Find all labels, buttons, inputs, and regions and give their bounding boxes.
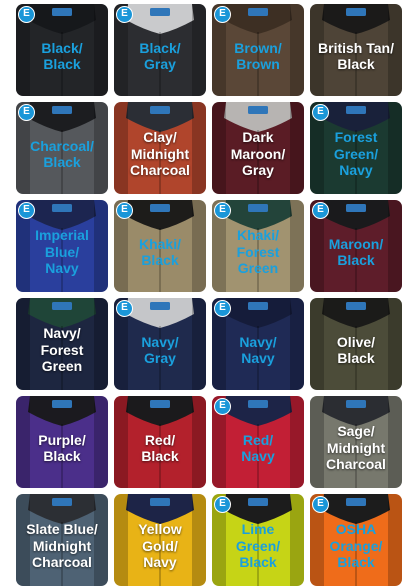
swatch-color-label: OSHA Orange/ Black [329, 521, 383, 571]
color-swatch[interactable]: E Brown/ Brown [212, 4, 304, 96]
color-swatch[interactable]: Olive/ Black [310, 298, 402, 390]
swatch-color-label: Navy/ Forest Green [40, 325, 84, 375]
color-swatch[interactable]: E Navy/ Gray [114, 298, 206, 390]
color-swatch[interactable]: Navy/ Forest Green [16, 298, 108, 390]
swatch-color-label: Clay/ Midnight Charcoal [130, 129, 190, 179]
swatch-color-label: Sage/ Midnight Charcoal [326, 423, 386, 473]
swatch-color-label: Dark Maroon/ Gray [230, 129, 286, 179]
color-swatch[interactable]: E Imperial Blue/ Navy [16, 200, 108, 292]
color-swatch[interactable]: Purple/ Black [16, 396, 108, 488]
color-swatch[interactable]: British Tan/ Black [310, 4, 402, 96]
swatch-color-label: Yellow Gold/ Navy [138, 521, 182, 571]
color-swatch[interactable]: E Black/ Gray [114, 4, 206, 96]
swatch-color-label: Khaki/ Black [138, 235, 181, 269]
color-swatch[interactable]: Red/ Black [114, 396, 206, 488]
color-swatch[interactable]: E Forest Green/ Navy [310, 102, 402, 194]
color-swatch[interactable]: E Maroon/ Black [310, 200, 402, 292]
swatch-color-label: Khaki/ Forest Green [236, 227, 280, 277]
swatch-color-label: Maroon/ Black [328, 235, 384, 269]
color-swatch[interactable]: Slate Blue/ Midnight Charcoal [16, 494, 108, 586]
color-swatch[interactable]: E Lime Green/ Black [212, 494, 304, 586]
swatch-color-label: Charcoal/ Black [30, 137, 94, 171]
swatch-color-label: Olive/ Black [336, 333, 376, 367]
swatch-color-label: British Tan/ Black [318, 39, 394, 73]
color-swatch[interactable]: Clay/ Midnight Charcoal [114, 102, 206, 194]
swatch-color-label: Purple/ Black [38, 431, 86, 465]
color-swatch[interactable]: E Khaki/ Black [114, 200, 206, 292]
swatch-color-label: Red/ Navy [241, 431, 275, 465]
color-swatch[interactable]: E Black/ Black [16, 4, 108, 96]
color-swatch[interactable]: Sage/ Midnight Charcoal [310, 396, 402, 488]
swatch-color-label: Black/ Black [41, 39, 83, 73]
color-swatch-grid: E Black/ Black E Black/ Gray E Brown/ Brown Br… [16, 4, 402, 586]
swatch-color-label: Slate Blue/ Midnight Charcoal [26, 521, 98, 571]
swatch-color-label: Imperial Blue/ Navy [35, 227, 89, 277]
swatch-color-label: Red/ Black [141, 431, 179, 465]
swatch-color-label: Lime Green/ Black [235, 521, 281, 571]
swatch-color-label: Navy/ Navy [239, 333, 277, 367]
swatch-color-label: Black/ Gray [139, 39, 181, 73]
color-swatch[interactable]: E Navy/ Navy [212, 298, 304, 390]
color-swatch[interactable]: E Charcoal/ Black [16, 102, 108, 194]
color-swatch[interactable]: Yellow Gold/ Navy [114, 494, 206, 586]
color-swatch[interactable]: E Red/ Navy [212, 396, 304, 488]
swatch-color-label: Navy/ Gray [141, 333, 179, 367]
color-swatch[interactable]: E OSHA Orange/ Black [310, 494, 402, 586]
color-swatch[interactable]: Dark Maroon/ Gray [212, 102, 304, 194]
swatch-color-label: Brown/ Brown [234, 39, 282, 73]
swatch-color-label: Forest Green/ Navy [333, 129, 379, 179]
color-swatch[interactable]: E Khaki/ Forest Green [212, 200, 304, 292]
